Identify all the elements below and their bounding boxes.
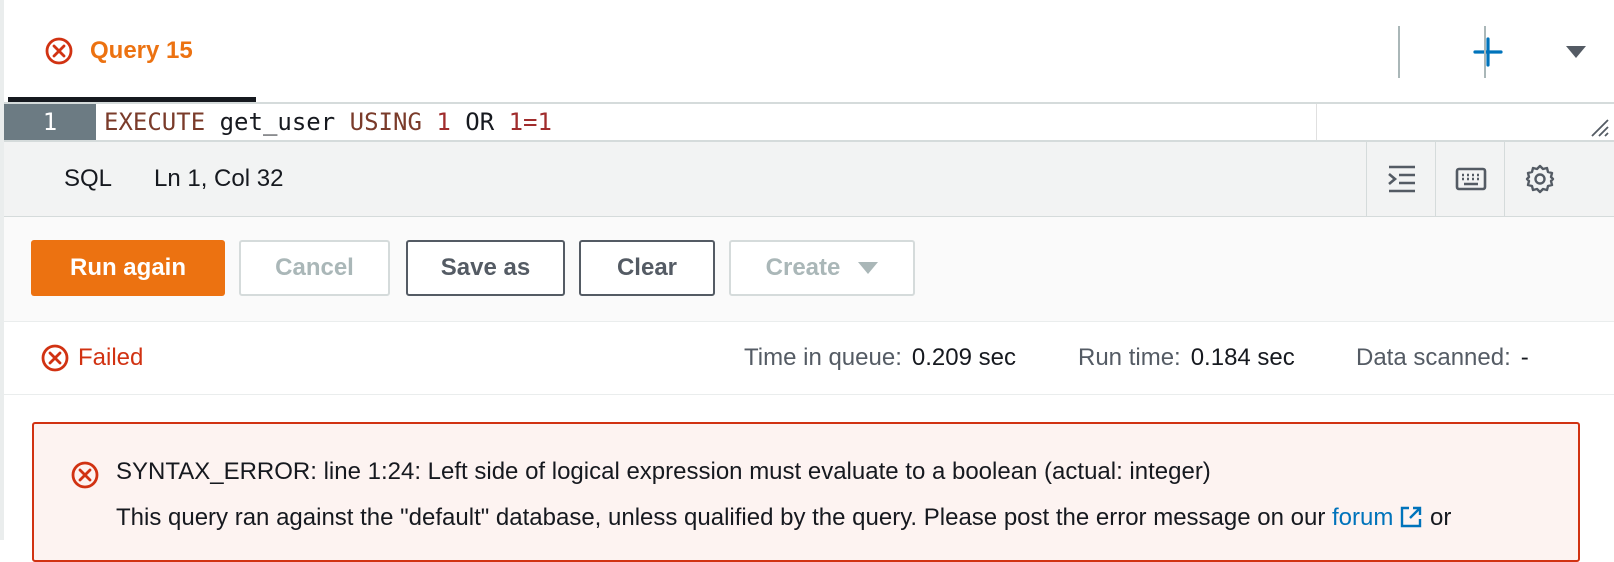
error-body-suffix: or xyxy=(1423,504,1452,531)
metric-value: 0.184 sec xyxy=(1190,344,1295,371)
code-token: USING xyxy=(349,108,422,136)
resize-grip-icon[interactable] xyxy=(1588,116,1610,138)
code-token: get_user xyxy=(205,108,350,136)
toolbar-divider xyxy=(1484,26,1486,78)
caret-down-icon xyxy=(858,262,879,274)
line-number-gutter: 1 xyxy=(4,104,96,140)
metric-value: 0.209 sec xyxy=(911,344,1016,371)
query-actions: Run again Cancel Save as Clear Create xyxy=(4,217,1614,322)
editor-status-bar: SQL Ln 1, Col 32 xyxy=(4,142,1614,217)
editor-settings-button[interactable] xyxy=(1504,142,1575,216)
error-circle-icon xyxy=(45,37,73,65)
metric-label: Run time: xyxy=(1078,344,1181,371)
tab-label: Query 15 xyxy=(90,37,193,64)
format-indent-icon xyxy=(1388,165,1415,193)
plus-icon xyxy=(1473,37,1503,67)
metric-label: Data scanned: xyxy=(1356,344,1511,371)
run-time: Run time: 0.184 sec xyxy=(1078,322,1295,394)
error-title: SYNTAX_ERROR: line 1:24: Left side of lo… xyxy=(116,458,1211,485)
code-token: EXECUTE xyxy=(104,108,206,136)
error-alert: SYNTAX_ERROR: line 1:24: Left side of lo… xyxy=(32,422,1580,562)
print-margin-ruler xyxy=(1316,104,1317,140)
settings-gear-icon xyxy=(1525,164,1555,194)
language-indicator: SQL xyxy=(64,165,113,192)
sql-editor[interactable]: 1 EXECUTE get_user USING 1 OR 1=1 xyxy=(4,104,1614,142)
create-dropdown-button[interactable]: Create xyxy=(729,240,915,296)
tabs-menu-button[interactable] xyxy=(1552,28,1600,76)
code-token: 1=1 xyxy=(508,108,552,136)
error-body-text: This query ran against the "default" dat… xyxy=(116,504,1332,531)
error-circle-icon xyxy=(41,344,69,372)
code-token: 1 xyxy=(436,108,451,136)
status-text: Failed xyxy=(78,344,144,371)
format-query-button[interactable] xyxy=(1366,142,1437,216)
error-message: This query ran against the "default" dat… xyxy=(116,504,1451,532)
tab-query[interactable]: Query 15 xyxy=(8,0,256,102)
active-tab-indicator xyxy=(8,97,256,102)
code-line[interactable]: EXECUTE get_user USING 1 OR 1=1 xyxy=(104,104,552,140)
code-token: OR xyxy=(450,108,509,136)
create-button-label: Create xyxy=(765,254,841,281)
error-circle-icon xyxy=(71,461,99,489)
cancel-button[interactable]: Cancel xyxy=(239,240,390,296)
caret-down-icon xyxy=(1566,46,1586,58)
add-query-button[interactable] xyxy=(1464,28,1512,76)
toolbar-divider xyxy=(1398,26,1400,78)
data-scanned: Data scanned: - xyxy=(1356,322,1529,394)
forum-link-text: forum xyxy=(1331,504,1394,531)
metric-label: Time in queue: xyxy=(744,344,902,371)
keyboard-shortcuts-button[interactable] xyxy=(1435,142,1506,216)
query-result-status: Failed Time in queue: 0.209 sec Run time:… xyxy=(4,322,1614,395)
metric-value: - xyxy=(1520,344,1529,371)
cursor-position: Ln 1, Col 32 xyxy=(154,165,284,192)
run-again-button[interactable]: Run again xyxy=(31,240,225,296)
keyboard-icon xyxy=(1455,167,1487,191)
time-in-queue: Time in queue: 0.209 sec xyxy=(744,322,1016,394)
clear-button[interactable]: Clear xyxy=(579,240,715,296)
status-badge: Failed xyxy=(40,322,143,394)
forum-link[interactable]: forum xyxy=(1332,504,1423,531)
external-link-icon xyxy=(1401,506,1422,528)
query-tab-bar: Query 15 xyxy=(4,0,1614,104)
save-as-button[interactable]: Save as xyxy=(406,240,565,296)
